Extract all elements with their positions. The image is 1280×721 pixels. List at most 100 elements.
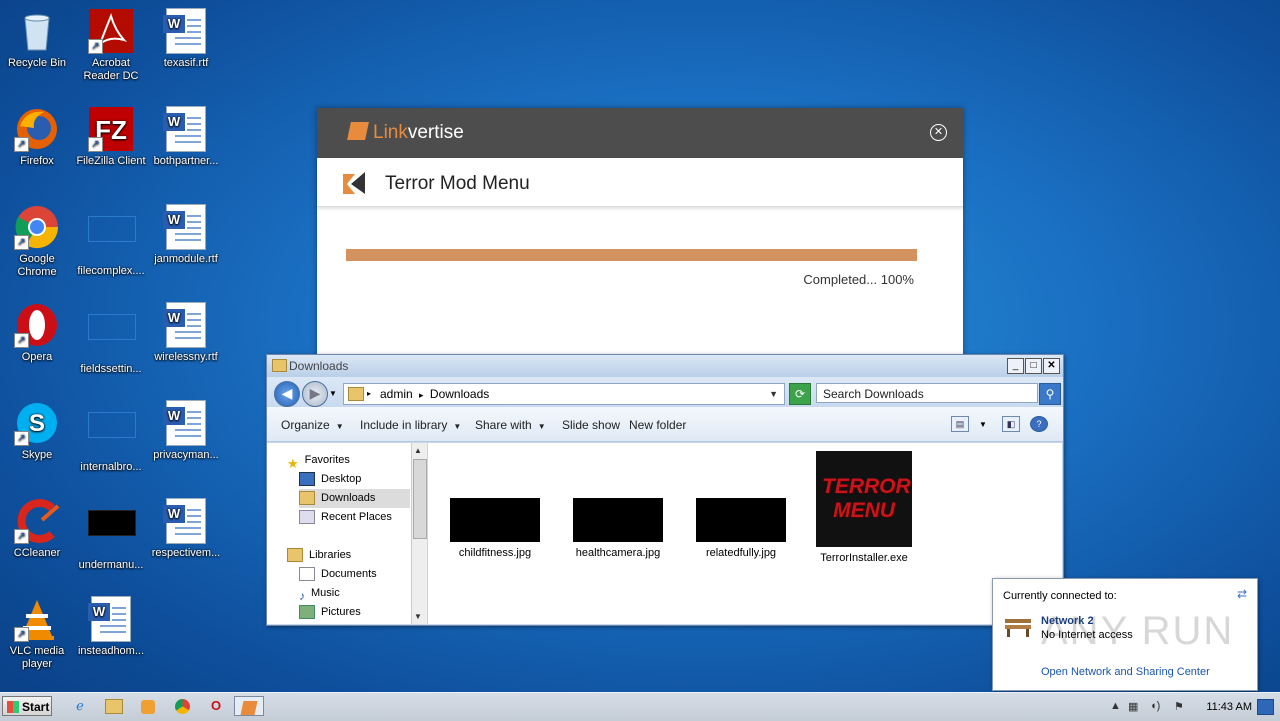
thumb-text: TERROR MENU: [822, 475, 911, 522]
desktop-icon-label: Skype: [21, 449, 53, 461]
opera-icon: ↗: [14, 302, 60, 348]
action-center-flag-icon[interactable]: ⚑: [1174, 700, 1184, 713]
word-doc-icon: W: [163, 302, 209, 348]
desktop-icon-filecomplex[interactable]: filecomplex....: [74, 204, 148, 278]
share-with-menu[interactable]: Share with ▼: [475, 418, 546, 432]
explorer-window: Downloads _ □ ✕ ◀ ▶ ▼ ▸ admin ▸ Download…: [266, 354, 1064, 626]
media-player-icon[interactable]: [136, 696, 160, 716]
network-sharing-center-link[interactable]: Open Network and Sharing Center: [1041, 666, 1210, 678]
maximize-button[interactable]: □: [1025, 358, 1042, 374]
explorer-icon[interactable]: [102, 696, 126, 716]
show-hidden-icons-icon[interactable]: ▲: [1110, 700, 1121, 712]
organize-menu[interactable]: Organize ▼: [281, 418, 344, 432]
desktop-icon-wirelessny[interactable]: W wirelessny.rtf: [149, 302, 223, 364]
back-button[interactable]: ◀: [274, 381, 300, 407]
refresh-icon[interactable]: ⇄: [1237, 587, 1247, 601]
include-in-library-menu[interactable]: Include in library ▼: [360, 418, 461, 432]
view-options-icon[interactable]: ▤: [951, 416, 969, 432]
scroll-up-icon[interactable]: ▲: [414, 446, 422, 455]
progress-status: Completed... 100%: [803, 272, 914, 287]
help-icon[interactable]: ?: [1030, 416, 1048, 432]
clock[interactable]: 11:43 AM: [1206, 701, 1252, 713]
ie-icon[interactable]: ℯ: [68, 696, 92, 716]
file-item[interactable]: TERROR MENU TerrorInstaller.exe: [808, 451, 920, 564]
desktop-icon-filezilla[interactable]: FZ ↗ FileZilla Client: [74, 106, 148, 168]
scroll-thumb[interactable]: [413, 459, 427, 539]
word-doc-icon: W: [163, 204, 209, 250]
network-tray-icon[interactable]: ▦: [1128, 700, 1138, 713]
word-doc-icon: W: [88, 596, 134, 642]
volume-icon[interactable]: ◖): [1150, 700, 1160, 712]
search-icon[interactable]: ⚲: [1039, 383, 1061, 405]
desktop-icon-janmodule[interactable]: W janmodule.rtf: [149, 204, 223, 266]
nav-desktop[interactable]: Desktop: [299, 470, 410, 489]
desktop-icon-skype[interactable]: S ↗ Skype: [0, 400, 74, 462]
nav-scrollbar[interactable]: ▲ ▼: [411, 443, 427, 624]
desktop-icon-firefox[interactable]: ↗ Firefox: [0, 106, 74, 168]
nav-downloads-label: Downloads: [321, 492, 376, 504]
desktop-icon-fieldssettin[interactable]: fieldssettin...: [74, 302, 148, 376]
file-item[interactable]: relatedfully.jpg: [685, 498, 797, 559]
file-item[interactable]: healthcamera.jpg: [562, 498, 674, 559]
nav-documents[interactable]: Documents: [299, 565, 410, 584]
organize-label: Organize: [281, 418, 330, 432]
minimize-button[interactable]: _: [1007, 358, 1024, 374]
start-button[interactable]: Start: [2, 696, 52, 716]
shortcut-arrow-icon: ↗: [14, 627, 29, 642]
new-folder-button[interactable]: New folder: [629, 418, 686, 432]
file-name: relatedfully.jpg: [705, 547, 777, 559]
desktop-icon-internalbro[interactable]: internalbro...: [74, 400, 148, 474]
desktop-icon-recycle-bin[interactable]: Recycle Bin: [0, 8, 74, 70]
history-dropdown-icon[interactable]: ▼: [329, 389, 337, 398]
brand-prefix: Link: [373, 122, 408, 143]
nav-music[interactable]: ♪ Music: [299, 584, 410, 603]
address-bar[interactable]: ▸ admin ▸ Downloads ▼: [343, 383, 785, 405]
search-input[interactable]: Search Downloads: [816, 383, 1038, 403]
address-dropdown-icon[interactable]: ▼: [769, 384, 778, 404]
show-desktop-button[interactable]: [1257, 699, 1274, 715]
refresh-button[interactable]: ⟳: [789, 383, 811, 405]
slide-show-button[interactable]: Slide show: [562, 418, 620, 432]
nav-recent-label: Recent Places: [321, 511, 392, 523]
desktop-icon-texasif[interactable]: W texasif.rtf: [149, 8, 223, 70]
dialog-title: Terror Mod Menu: [385, 173, 530, 194]
breadcrumb-downloads[interactable]: Downloads: [430, 387, 489, 401]
desktop-icon-respectivem[interactable]: W respectivem...: [149, 498, 223, 560]
desktop-icon-label: filecomplex....: [77, 265, 145, 277]
view-dropdown-icon[interactable]: ▼: [979, 420, 987, 429]
desktop-icon-label: janmodule.rtf: [154, 253, 218, 265]
desktop-icon-undermanu[interactable]: undermanu...: [74, 498, 148, 572]
file-item[interactable]: childfitness.jpg: [439, 498, 551, 559]
preview-pane-icon[interactable]: ◧: [1002, 416, 1020, 432]
linkvertise-icon[interactable]: [234, 696, 264, 716]
nav-libraries[interactable]: Libraries: [287, 546, 427, 565]
close-button[interactable]: ✕: [1043, 358, 1060, 374]
desktop-icon-chrome[interactable]: ↗ Google Chrome: [0, 204, 74, 279]
explorer-title-bar[interactable]: Downloads _ □ ✕: [267, 355, 1063, 377]
chrome-icon[interactable]: [170, 696, 194, 716]
downloads-icon: [299, 491, 315, 506]
desktop-icon-privacyman[interactable]: W privacyman...: [149, 400, 223, 462]
desktop-icon-ccleaner[interactable]: ↗ CCleaner: [0, 498, 74, 560]
linkvertise-header: Linkvertise ✕: [317, 108, 963, 158]
black-thumbnail-icon: [88, 510, 136, 556]
close-icon[interactable]: ✕: [930, 124, 947, 141]
nav-recent-places[interactable]: Recent Places: [299, 508, 410, 527]
file-name: TerrorInstaller.exe: [820, 552, 908, 564]
nav-pictures[interactable]: Pictures: [299, 603, 410, 622]
desktop-icon-insteadhom[interactable]: W insteadhom...: [74, 596, 148, 658]
scroll-down-icon[interactable]: ▼: [414, 612, 422, 621]
blank-file-icon: [88, 314, 136, 360]
desktop-icon-bothpartner[interactable]: W bothpartner...: [149, 106, 223, 168]
nav-downloads[interactable]: Downloads: [299, 489, 410, 508]
desktop-icon-vlc[interactable]: ↗ VLC media player: [0, 596, 74, 671]
image-thumbnail-icon: [450, 498, 540, 542]
opera-icon[interactable]: O: [204, 696, 228, 716]
forward-button[interactable]: ▶: [302, 381, 328, 407]
nav-favorites[interactable]: ★ Favorites: [287, 451, 427, 471]
desktop-icon-acrobat[interactable]: ↗ Acrobat Reader DC: [74, 8, 148, 83]
desktop-icon-opera[interactable]: ↗ Opera: [0, 302, 74, 364]
blank-file-icon: [88, 412, 136, 458]
address-chevron-icon: ▸: [367, 389, 372, 398]
breadcrumb-admin[interactable]: admin: [380, 387, 413, 401]
